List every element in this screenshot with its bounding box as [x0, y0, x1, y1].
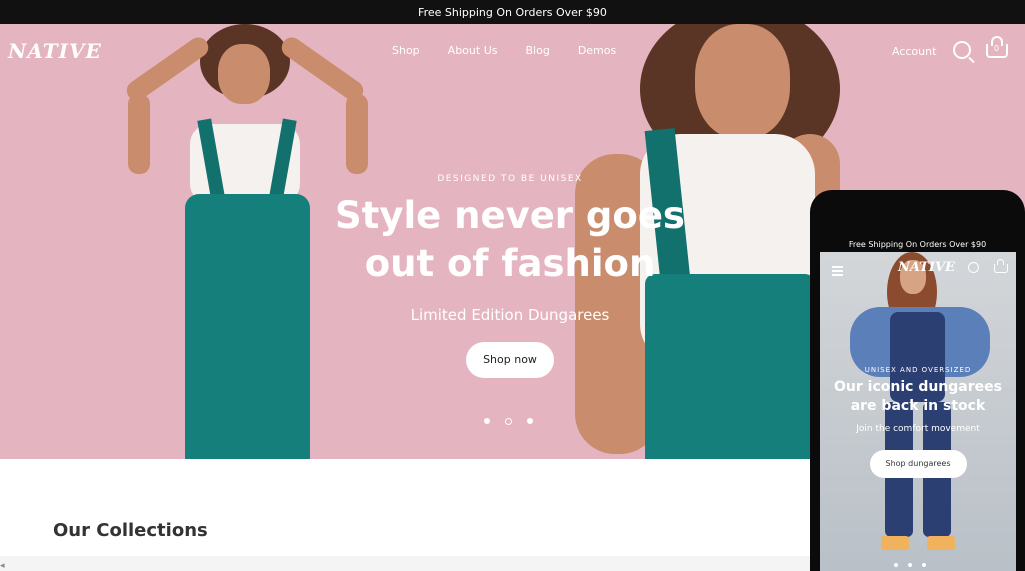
mobile-hero-eyebrow: UNISEX AND OVERSIZED [864, 366, 972, 374]
mobile-slide-dot-1[interactable] [894, 563, 898, 567]
nav-about-us[interactable]: About Us [448, 44, 498, 57]
cart-count: 0 [994, 44, 1000, 53]
shop-dungarees-button[interactable]: Shop dungarees [869, 450, 967, 478]
announcement-text: Free Shipping On Orders Over $90 [418, 5, 607, 19]
mobile-hero-subtitle: Join the comfort movement [856, 424, 980, 434]
nav-demos[interactable]: Demos [578, 44, 616, 57]
slide-dot-2[interactable] [505, 418, 512, 425]
mobile-headline-line-2: are back in stock [850, 398, 986, 414]
mobile-cart-icon[interactable] [994, 259, 1008, 273]
mobile-screen: NATIVE UNISEX AND OVERSIZED Our iconic d… [820, 252, 1016, 571]
mobile-slide-dots [894, 563, 926, 567]
nav-shop[interactable]: Shop [392, 44, 420, 57]
mobile-announcement: Free Shipping On Orders Over $90 [848, 239, 987, 249]
site-header: NATIVE Shop About Us Blog Demos Account … [0, 24, 1025, 78]
main-navigation: Shop About Us Blog Demos [392, 44, 644, 57]
hero-subtitle: Limited Edition Dungarees [410, 306, 610, 324]
cart-icon[interactable]: 0 [986, 36, 1008, 58]
mobile-slide-dot-2[interactable] [908, 563, 912, 567]
mobile-hero-content: UNISEX AND OVERSIZED Our iconic dungaree… [820, 366, 1016, 478]
slide-dot-1[interactable] [484, 418, 490, 424]
native-logo[interactable]: NATIVE [8, 39, 102, 63]
hero-headline-line-2: out of fashion [364, 242, 656, 285]
scroll-left-icon[interactable]: ◂ [0, 561, 5, 571]
hero-content: DESIGNED TO BE UNISEX Style never goes o… [290, 174, 730, 378]
shop-now-button[interactable]: Shop now [466, 342, 554, 378]
hero-slide-dots [484, 418, 533, 425]
slide-dot-3[interactable] [527, 418, 533, 424]
mobile-menu-icon[interactable] [832, 266, 843, 268]
mobile-preview: Free Shipping On Orders Over $90 NATIVE … [810, 190, 1025, 571]
hero-headline: Style never goes out of fashion [290, 192, 730, 288]
search-icon[interactable] [953, 41, 971, 59]
hero-eyebrow: DESIGNED TO BE UNISEX [437, 174, 583, 184]
mobile-search-icon[interactable] [968, 262, 979, 273]
mobile-headline-line-1: Our iconic dungarees [834, 379, 1002, 395]
hero-headline-line-1: Style never goes [335, 194, 685, 237]
account-link[interactable]: Account [892, 45, 936, 58]
collections-title: Our Collections [53, 520, 208, 541]
mobile-slide-dot-3[interactable] [922, 563, 926, 567]
mobile-hero-headline: Our iconic dungarees are back in stock [820, 378, 1016, 416]
announcement-bar: Free Shipping On Orders Over $90 [0, 0, 1025, 24]
nav-blog[interactable]: Blog [525, 44, 549, 57]
mobile-native-logo[interactable]: NATIVE [898, 260, 955, 275]
